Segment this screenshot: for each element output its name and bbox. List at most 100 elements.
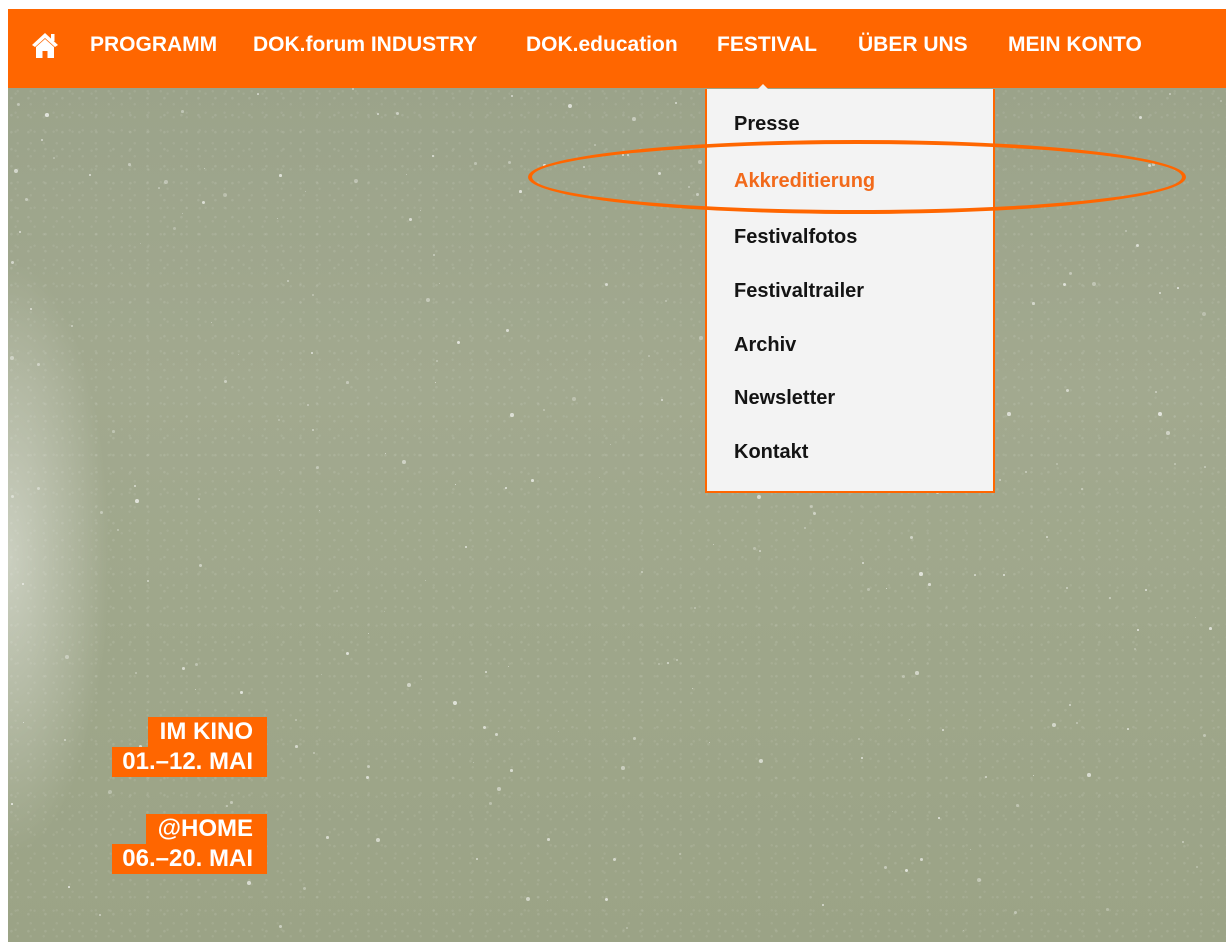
- texture-speck: [1046, 536, 1048, 538]
- nav-item-festival[interactable]: FESTIVAL: [717, 33, 817, 57]
- nav-item-dok-education[interactable]: DOK.education: [526, 33, 678, 57]
- texture-speck: [696, 193, 699, 196]
- texture-speck: [307, 404, 309, 406]
- texture-speck: [1016, 804, 1019, 807]
- texture-speck: [627, 154, 629, 156]
- texture-speck: [1081, 488, 1083, 490]
- texture-speck: [1137, 629, 1139, 631]
- texture-speck: [920, 858, 923, 861]
- texture-speck: [173, 227, 177, 231]
- texture-speck: [366, 776, 369, 779]
- texture-speck: [753, 547, 757, 551]
- texture-speck: [963, 930, 965, 932]
- texture-speck: [354, 179, 358, 183]
- texture-speck: [610, 444, 612, 446]
- texture-speck: [17, 103, 20, 106]
- texture-speck: [41, 139, 43, 141]
- texture-speck: [435, 382, 437, 384]
- texture-speck: [508, 161, 512, 165]
- texture-speck: [1158, 412, 1162, 416]
- texture-speck: [605, 283, 609, 287]
- texture-speck: [128, 163, 131, 166]
- texture-speck: [409, 218, 412, 221]
- texture-speck: [1056, 463, 1059, 466]
- home-button[interactable]: [29, 29, 61, 61]
- texture-speck: [977, 878, 981, 882]
- texture-speck: [420, 210, 422, 212]
- texture-speck: [919, 572, 923, 576]
- texture-speck: [1134, 648, 1137, 651]
- texture-speck: [1032, 302, 1035, 305]
- texture-speck: [352, 88, 355, 91]
- texture-speck: [425, 580, 427, 582]
- dropdown-item-newsletter[interactable]: Newsletter: [734, 387, 835, 410]
- texture-speck: [867, 588, 870, 591]
- dropdown-item-akkreditierung[interactable]: Akkreditierung: [734, 170, 875, 193]
- texture-speck: [432, 155, 435, 158]
- texture-speck: [240, 691, 243, 694]
- texture-speck: [497, 787, 501, 791]
- home-icon: [32, 33, 58, 58]
- nav-item-ueber-uns[interactable]: ÜBER UNS: [858, 33, 968, 57]
- texture-speck: [303, 887, 307, 891]
- texture-speck: [884, 866, 888, 870]
- texture-speck: [692, 688, 694, 690]
- texture-speck: [698, 160, 702, 164]
- texture-speck: [641, 571, 643, 573]
- texture-speck: [279, 925, 282, 928]
- texture-speck: [938, 817, 940, 819]
- texture-speck: [277, 218, 279, 220]
- texture-speck: [367, 765, 371, 769]
- texture-speck: [1063, 283, 1066, 286]
- texture-speck: [909, 719, 911, 721]
- texture-speck: [1209, 627, 1212, 630]
- texture-speck: [135, 672, 138, 675]
- nav-item-mein-konto[interactable]: MEIN KONTO: [1008, 33, 1142, 57]
- texture-speck: [757, 495, 761, 499]
- dropdown-item-festivalfotos[interactable]: Festivalfotos: [734, 226, 857, 249]
- texture-speck: [1069, 272, 1072, 275]
- texture-speck: [1169, 93, 1171, 95]
- texture-speck: [905, 869, 909, 873]
- dropdown-item-archiv[interactable]: Archiv: [734, 334, 796, 357]
- top-navigation-bar: PROGRAMM DOK.forum INDUSTRY DOK.educatio…: [8, 9, 1226, 95]
- texture-speck: [1136, 244, 1140, 248]
- texture-speck: [621, 766, 625, 770]
- texture-speck: [1152, 163, 1155, 166]
- kino-badge-line2: 01.–12. MAI: [112, 747, 267, 777]
- texture-speck: [543, 409, 546, 412]
- texture-speck: [759, 759, 763, 763]
- texture-speck: [195, 663, 198, 666]
- texture-speck: [224, 380, 228, 384]
- texture-speck: [278, 419, 281, 422]
- texture-speck: [457, 341, 460, 344]
- texture-speck: [45, 113, 49, 117]
- kino-badge-line1: IM KINO: [147, 717, 267, 747]
- dropdown-item-presse[interactable]: Presse: [734, 113, 800, 136]
- texture-speck: [1052, 723, 1056, 727]
- nav-item-dok-forum-industry[interactable]: DOK.forum INDUSTRY: [253, 33, 477, 57]
- texture-speck: [305, 191, 307, 193]
- texture-speck: [14, 169, 18, 173]
- texture-speck: [406, 174, 408, 176]
- texture-speck: [1066, 587, 1069, 590]
- texture-speck: [140, 243, 142, 245]
- texture-speck: [368, 633, 370, 635]
- texture-speck: [1014, 911, 1018, 915]
- texture-speck: [1109, 597, 1111, 599]
- texture-speck: [182, 667, 185, 670]
- texture-speck: [1145, 589, 1147, 591]
- texture-speck: [985, 776, 987, 778]
- texture-speck: [688, 186, 691, 189]
- texture-speck: [915, 671, 919, 675]
- festival-dropdown-menu: Presse Akkreditierung Festivalfotos Fest…: [705, 89, 995, 493]
- texture-speck: [377, 113, 379, 115]
- dropdown-item-kontakt[interactable]: Kontakt: [734, 441, 808, 464]
- kino-date-badge: IM KINO 01.–12. MAI: [47, 717, 267, 785]
- texture-speck: [1220, 100, 1222, 102]
- nav-item-programm[interactable]: PROGRAMM: [90, 33, 217, 57]
- texture-speck: [483, 726, 486, 729]
- texture-speck: [928, 583, 931, 586]
- texture-speck: [1159, 292, 1161, 294]
- dropdown-item-festivaltrailer[interactable]: Festivaltrailer: [734, 280, 864, 303]
